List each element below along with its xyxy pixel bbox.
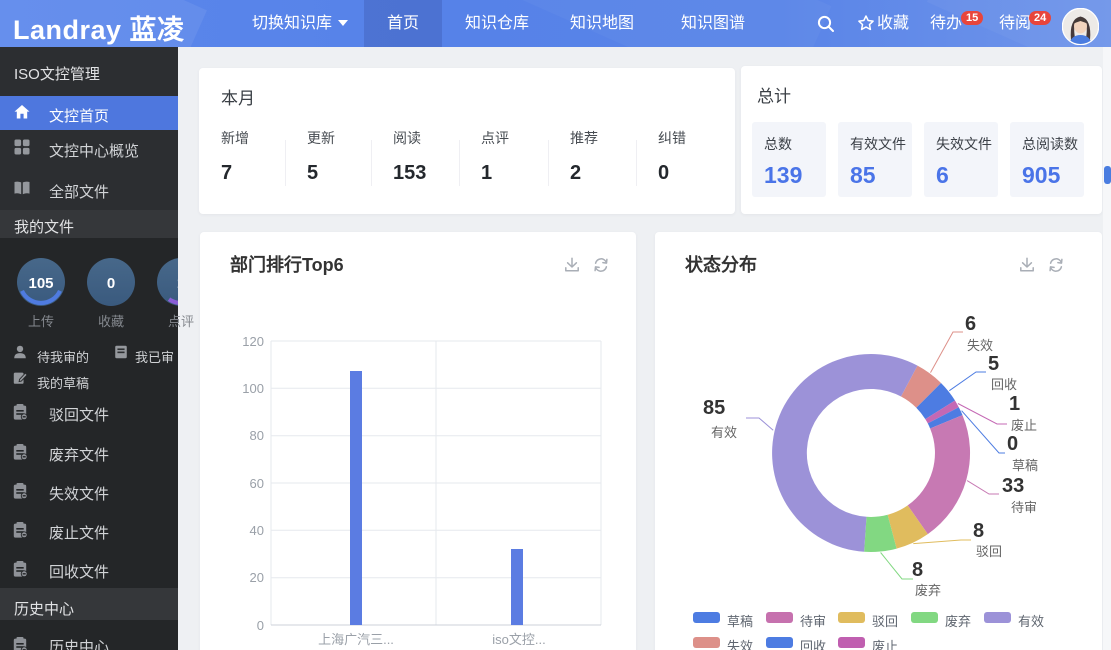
svg-text:iso文控...: iso文控... <box>492 632 545 647</box>
svg-text:0: 0 <box>107 275 115 292</box>
svg-text:1: 1 <box>177 275 178 292</box>
svg-text:上海广汽三...: 上海广汽三... <box>318 632 394 647</box>
svg-text:40: 40 <box>250 523 264 538</box>
svg-text:20: 20 <box>250 570 264 585</box>
svg-text:100: 100 <box>242 381 264 396</box>
svg-text:80: 80 <box>250 428 264 443</box>
svg-text:120: 120 <box>242 334 264 349</box>
svg-text:0: 0 <box>257 618 264 633</box>
svg-text:105: 105 <box>28 275 53 292</box>
svg-text:60: 60 <box>250 476 264 491</box>
